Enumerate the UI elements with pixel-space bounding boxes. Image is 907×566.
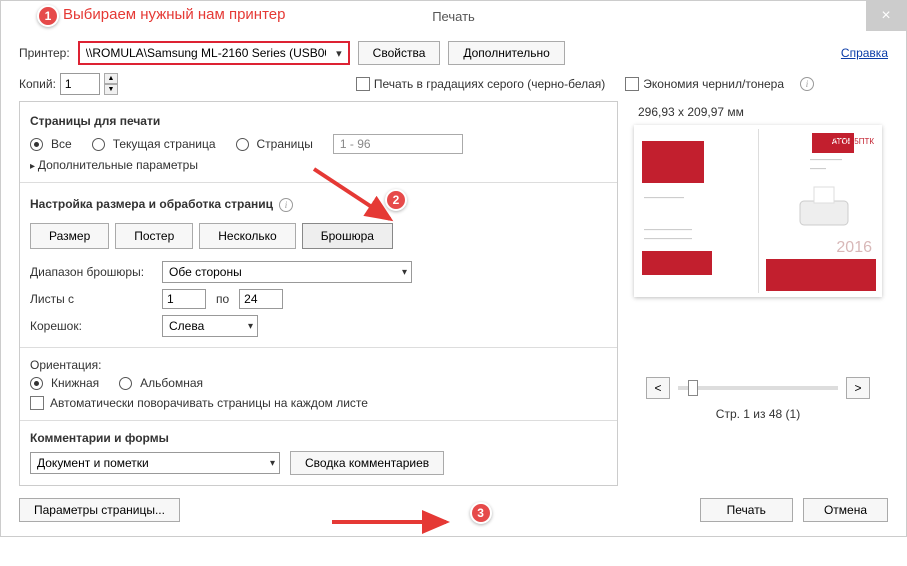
size-tab[interactable]: Размер [30, 223, 109, 249]
print-button[interactable]: Печать [700, 498, 793, 522]
radio-current[interactable] [92, 138, 105, 151]
page-info: Стр. 1 из 48 (1) [634, 407, 882, 421]
multiple-tab[interactable]: Несколько [199, 223, 295, 249]
comments-title: Комментарии и формы [30, 431, 607, 445]
radio-all[interactable] [30, 138, 43, 151]
radio-all-label: Все [51, 137, 72, 151]
copies-input[interactable]: 1 [60, 73, 100, 95]
poster-tab[interactable]: Постер [115, 223, 193, 249]
page-setup-button[interactable]: Параметры страницы... [19, 498, 180, 522]
info-icon[interactable]: i [800, 77, 814, 91]
printer-label: Принтер: [19, 46, 70, 60]
sheets-to-label: по [216, 292, 229, 306]
copies-spinner[interactable]: ▲ ▼ [104, 73, 118, 95]
radio-current-label: Текущая страница [113, 137, 216, 151]
printer-dropdown[interactable]: \\ROMULA\Samsung ML-2160 Series (USB001) [78, 41, 350, 65]
copies-label: Копий: [19, 77, 56, 91]
info-icon-sizing[interactable]: i [279, 198, 293, 212]
orientation-title: Ориентация: [30, 358, 607, 372]
print-dialog: 1 Выбираем нужный нам принтер Печать × П… [0, 0, 907, 537]
prev-page-button[interactable]: < [646, 377, 670, 399]
next-page-button[interactable]: > [846, 377, 870, 399]
preview-image: ATOI FPrint-55ПТК 2016 ————— ———————————… [634, 125, 882, 297]
grayscale-label: Печать в градациях серого (черно-белая) [374, 77, 605, 91]
grayscale-checkbox[interactable] [356, 77, 370, 91]
help-link[interactable]: Справка [841, 46, 888, 60]
inksaver-checkbox[interactable] [625, 77, 639, 91]
radio-portrait[interactable] [30, 377, 43, 390]
spinner-down[interactable]: ▼ [104, 84, 118, 95]
booklet-range-select[interactable]: Обе стороны [162, 261, 412, 283]
advanced-button[interactable]: Дополнительно [448, 41, 564, 65]
annotation-badge-1: 1 [37, 5, 59, 27]
booklet-range-label: Диапазон брошюры: [30, 265, 152, 279]
window-title: Печать [432, 9, 475, 24]
binding-label: Корешок: [30, 319, 152, 333]
radio-range-label: Страницы [257, 137, 313, 151]
preview-model: FPrint-55ПТК [826, 137, 874, 146]
inksaver-label: Экономия чернил/тонера [643, 77, 784, 91]
annotation-text-1: Выбираем нужный нам принтер [63, 6, 285, 23]
annotation-arrow-3 [328, 510, 458, 534]
radio-landscape-label: Альбомная [140, 376, 203, 390]
sheets-from-label: Листы с [30, 292, 152, 306]
sheets-to-input[interactable]: 24 [239, 289, 283, 309]
comments-select[interactable]: Документ и пометки [30, 452, 280, 474]
preview-year: 2016 [836, 239, 872, 257]
preview-dimensions: 296,93 x 209,97 мм [638, 105, 882, 119]
binding-select[interactable]: Слева [162, 315, 258, 337]
autorotate-label: Автоматически поворачивать страницы на к… [50, 396, 368, 410]
range-input[interactable]: 1 - 96 [333, 134, 463, 154]
radio-range[interactable] [236, 138, 249, 151]
sizing-title: Настройка размера и обработка страниц [30, 197, 273, 211]
radio-landscape[interactable] [119, 377, 132, 390]
spinner-up[interactable]: ▲ [104, 73, 118, 84]
pages-title: Страницы для печати [30, 114, 607, 128]
preview-device-icon [794, 185, 858, 231]
sheets-from-input[interactable]: 1 [162, 289, 206, 309]
cancel-button[interactable]: Отмена [803, 498, 888, 522]
properties-button[interactable]: Свойства [358, 41, 441, 65]
close-button[interactable]: × [866, 1, 906, 31]
radio-portrait-label: Книжная [51, 376, 99, 390]
preview-panel: 296,93 x 209,97 мм ATOI FPrint-55ПТК 201… [628, 101, 888, 486]
autorotate-checkbox[interactable] [30, 396, 44, 410]
settings-panel: Страницы для печати Все Текущая страница… [19, 101, 618, 486]
comments-summary-button[interactable]: Сводка комментариев [290, 451, 444, 475]
annotation-badge-2: 2 [385, 189, 407, 211]
printer-selected: \\ROMULA\Samsung ML-2160 Series (USB001) [86, 46, 326, 60]
slider-thumb[interactable] [688, 380, 698, 396]
annotation-badge-3: 3 [470, 502, 492, 524]
page-slider[interactable] [678, 386, 838, 390]
